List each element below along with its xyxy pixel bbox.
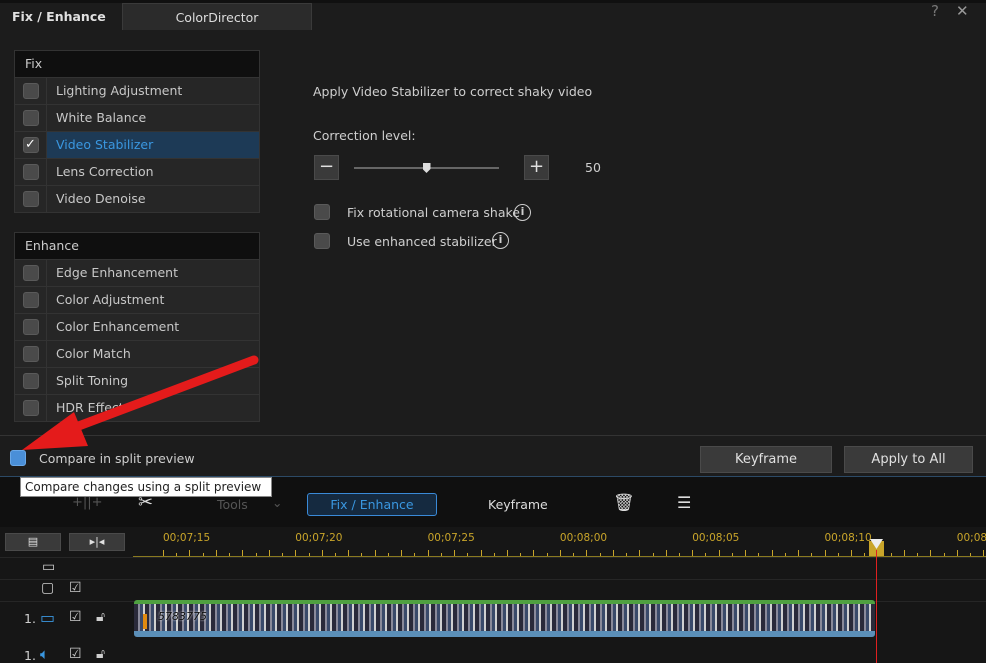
- red-arrow-annotation: [22, 355, 259, 450]
